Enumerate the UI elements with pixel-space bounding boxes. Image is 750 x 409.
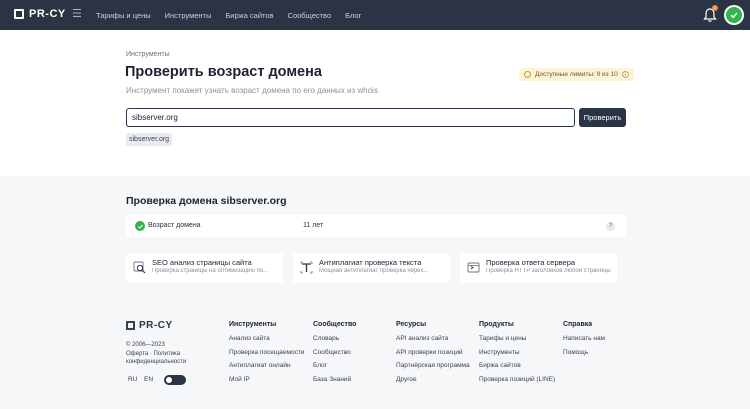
nav-pricing[interactable]: Тарифы и цены: [96, 11, 151, 20]
main-nav: Тарифы и цены Инструменты Биржа сайтов С…: [96, 0, 375, 30]
footer-link[interactable]: Словарь: [313, 335, 356, 342]
footer-logo[interactable]: PR-CY: [126, 320, 173, 331]
breadcrumb[interactable]: Инструменты: [126, 51, 170, 58]
lang-en[interactable]: EN: [144, 376, 153, 383]
seo-search-icon: [133, 261, 146, 274]
page-subtitle: Инструмент покажет узнать возраст домена…: [126, 86, 378, 95]
footer-link[interactable]: Инструменты: [479, 349, 555, 356]
result-label: Возраст домена: [148, 222, 201, 229]
logo[interactable]: PR-CY: [14, 8, 66, 20]
info-icon[interactable]: [621, 71, 629, 78]
avatar[interactable]: [724, 5, 744, 25]
server-response-icon: [467, 262, 480, 273]
footer-link[interactable]: API анализ сайта: [396, 335, 470, 342]
domain-input[interactable]: [126, 108, 575, 127]
legal-links[interactable]: Оферта · Политика конфиденциальности: [126, 350, 206, 367]
toggle-knob: [166, 377, 172, 383]
footer-link[interactable]: Проверка позиций (LINE): [479, 376, 555, 383]
logo-text: PR-CY: [29, 8, 66, 20]
footer-link[interactable]: Мой IP: [229, 376, 304, 383]
footer-col-help: Справка Написать нам Помощь: [563, 321, 605, 362]
footer-logo-text: PR-CY: [139, 320, 173, 331]
menu-icon[interactable]: ☰: [72, 8, 82, 20]
top-navbar: PR-CY ☰ Тарифы и цены Инструменты Биржа …: [0, 0, 750, 30]
footer-col-products: Продукты Тарифы и цены Инструменты Биржа…: [479, 321, 555, 389]
footer-col-title: Инструменты: [229, 321, 277, 328]
help-icon[interactable]: ?: [606, 222, 615, 231]
footer-link[interactable]: API проверки позиций: [396, 349, 470, 356]
limits-badge: Доступные лимиты: 9 из 10: [519, 68, 634, 81]
card-title: Проверка ответа сервера: [486, 258, 576, 267]
footer-link[interactable]: Другое: [396, 376, 470, 383]
result-title: Проверка домена sibserver.org: [126, 195, 287, 207]
related-tool-card-seo[interactable]: SEO анализ страницы сайта Проверка стран…: [126, 253, 283, 283]
result-value: 11 лет: [303, 222, 324, 229]
card-title: SEO анализ страницы сайта: [152, 258, 252, 267]
footer-link[interactable]: Антиплагиат онлайн: [229, 362, 304, 369]
footer-col-resources: Ресурсы API анализ сайта API проверки по…: [396, 321, 470, 389]
footer-link[interactable]: Сообщество: [313, 349, 356, 356]
clock-icon: [524, 71, 531, 78]
nav-exchange[interactable]: Биржа сайтов: [225, 11, 273, 20]
card-title: Антиплагиат проверка текста: [319, 258, 422, 267]
result-section: [0, 176, 750, 409]
related-tool-card-antiplagiat[interactable]: Антиплагиат проверка текста Мощная антип…: [293, 253, 450, 283]
footer-col-tools: Инструменты Анализ сайта Проверка посеща…: [229, 321, 304, 389]
page-title: Проверить возраст домена: [125, 64, 322, 80]
footer-link[interactable]: Биржа сайтов: [479, 362, 555, 369]
copyright-text: © 2006—2023: [126, 342, 165, 348]
footer-link[interactable]: Написать нам: [563, 335, 605, 342]
related-tool-card-server[interactable]: Проверка ответа сервера Проверка HTTP за…: [460, 253, 617, 283]
nav-tools[interactable]: Инструменты: [165, 11, 212, 20]
check-button[interactable]: Проверить: [579, 108, 626, 127]
footer-link[interactable]: Анализ сайта: [229, 335, 304, 342]
footer-col-title: Справка: [563, 321, 593, 328]
footer-col-title: Продукты: [479, 321, 514, 328]
footer-copyright: © 2006—2023 Оферта · Политика конфиденци…: [126, 341, 206, 367]
footer-link[interactable]: Партнёрская программа: [396, 362, 470, 369]
nav-blog[interactable]: Блог: [345, 11, 361, 20]
footer-link[interactable]: Помощь: [563, 349, 605, 356]
footer-link[interactable]: Блог: [313, 362, 356, 369]
nav-community[interactable]: Сообщество: [288, 11, 332, 20]
logo-icon: [126, 321, 135, 330]
card-desc: Мощная антиплагиат проверка черех...: [319, 268, 429, 274]
notification-badge: 1: [712, 5, 718, 11]
footer-link[interactable]: База Знаний: [313, 376, 356, 383]
footer-col-community: Сообщество Словарь Сообщество Блог База …: [313, 321, 356, 389]
result-row: Возраст домена 11 лет ?: [126, 215, 626, 237]
check-circle-icon: [135, 221, 145, 231]
logo-icon: [14, 9, 24, 19]
limits-text: Доступные лимиты: 9 из 10: [535, 71, 618, 78]
footer-col-title: Ресурсы: [396, 321, 427, 328]
history-chip[interactable]: sibserver.org: [126, 133, 173, 146]
avatar-check-icon: [726, 7, 742, 23]
footer-col-title: Сообщество: [313, 321, 357, 328]
text-check-icon: [300, 261, 313, 274]
card-desc: Проверка HTTP заголовков любой страницы: [486, 268, 611, 274]
footer-link[interactable]: Проверка посещаемости: [229, 349, 304, 356]
lang-ru[interactable]: RU: [128, 376, 137, 383]
theme-toggle[interactable]: [164, 375, 186, 385]
footer-link[interactable]: Тарифы и цены: [479, 335, 555, 342]
card-desc: Проверка страницы на оптимизацию по...: [152, 268, 269, 274]
